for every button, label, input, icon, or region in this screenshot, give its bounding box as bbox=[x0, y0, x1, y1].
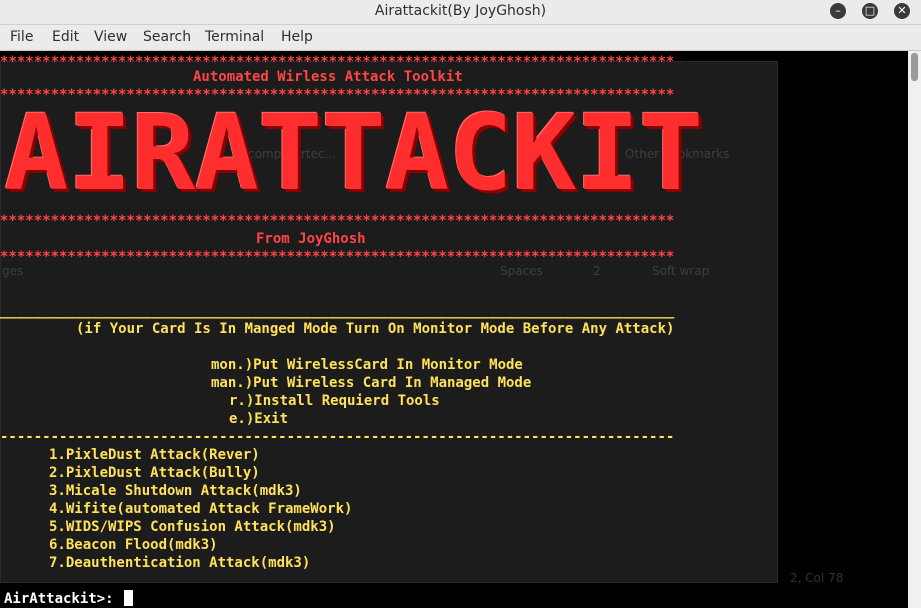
menu-bar: File Edit View Search Terminal Help bbox=[0, 25, 921, 51]
close-icon[interactable]: ✕ bbox=[894, 3, 910, 19]
monitor-mode-notice: (if Your Card Is In Manged Mode Turn On … bbox=[76, 321, 675, 337]
minimize-icon[interactable]: – bbox=[830, 3, 846, 19]
banner-stars-4: ****************************************… bbox=[0, 249, 675, 265]
ghost-status: 2, Col 78 bbox=[790, 571, 844, 585]
ghost-indent: 2 bbox=[593, 264, 601, 278]
menu-terminal[interactable]: Terminal bbox=[205, 29, 264, 45]
prompt-label: AirAttackit>: bbox=[4, 591, 123, 607]
banner-subtitle: Automated Wirless Attack Toolkit bbox=[193, 69, 463, 85]
scrollbar-thumb[interactable] bbox=[911, 53, 918, 81]
text-cursor bbox=[124, 590, 134, 606]
ghost-wrap: Soft wrap bbox=[652, 264, 710, 278]
window-title: Airattackit(By JoyGhosh) bbox=[374, 3, 547, 19]
attack-item: 3.Micale Shutdown Attack(mdk3) bbox=[49, 483, 302, 499]
notice-underline: ________________________________________… bbox=[0, 303, 675, 319]
menu-search[interactable]: Search bbox=[143, 29, 191, 45]
attack-item: 7.Deauthentication Attack(mdk3) bbox=[49, 555, 311, 571]
ghost-ges: ges bbox=[2, 264, 24, 278]
menu-help[interactable]: Help bbox=[281, 29, 313, 45]
command-prompt[interactable]: AirAttackit>: bbox=[4, 590, 134, 607]
menu-divider: ----------------------------------------… bbox=[0, 429, 675, 445]
attack-item: 6.Beacon Flood(mdk3) bbox=[49, 537, 218, 553]
maximize-icon[interactable]: □ bbox=[862, 3, 878, 19]
option-monitor-mode: mon.)Put WirelessCard In Monitor Mode bbox=[211, 357, 523, 373]
banner-stars-3: ****************************************… bbox=[0, 213, 675, 229]
banner-author: From JoyGhosh bbox=[256, 231, 366, 247]
airattackit-logo: AIRATTACKIT bbox=[4, 92, 703, 214]
scrollbar[interactable] bbox=[908, 51, 921, 608]
menu-view[interactable]: View bbox=[94, 29, 127, 45]
menu-file[interactable]: File bbox=[10, 29, 33, 45]
attack-item: 4.Wifite(automated Attack FrameWork) bbox=[49, 501, 353, 517]
option-managed-mode: man.)Put Wireless Card In Managed Mode bbox=[211, 375, 532, 391]
menu-edit[interactable]: Edit bbox=[52, 29, 79, 45]
attack-item: 5.WIDS/WIPS Confusion Attack(mdk3) bbox=[49, 519, 336, 535]
attack-item: 1.PixleDust Attack(Rever) bbox=[49, 447, 260, 463]
terminal-area[interactable]: computertec... Other bookmarks ges Space… bbox=[0, 51, 921, 608]
window-title-bar: Airattackit(By JoyGhosh) – □ ✕ bbox=[0, 0, 921, 25]
attack-item: 2.PixleDust Attack(Bully) bbox=[49, 465, 260, 481]
option-install-tools: r.)Install Requierd Tools bbox=[229, 393, 440, 409]
option-exit: e.)Exit bbox=[229, 411, 289, 427]
ghost-spaces: Spaces bbox=[500, 264, 543, 278]
